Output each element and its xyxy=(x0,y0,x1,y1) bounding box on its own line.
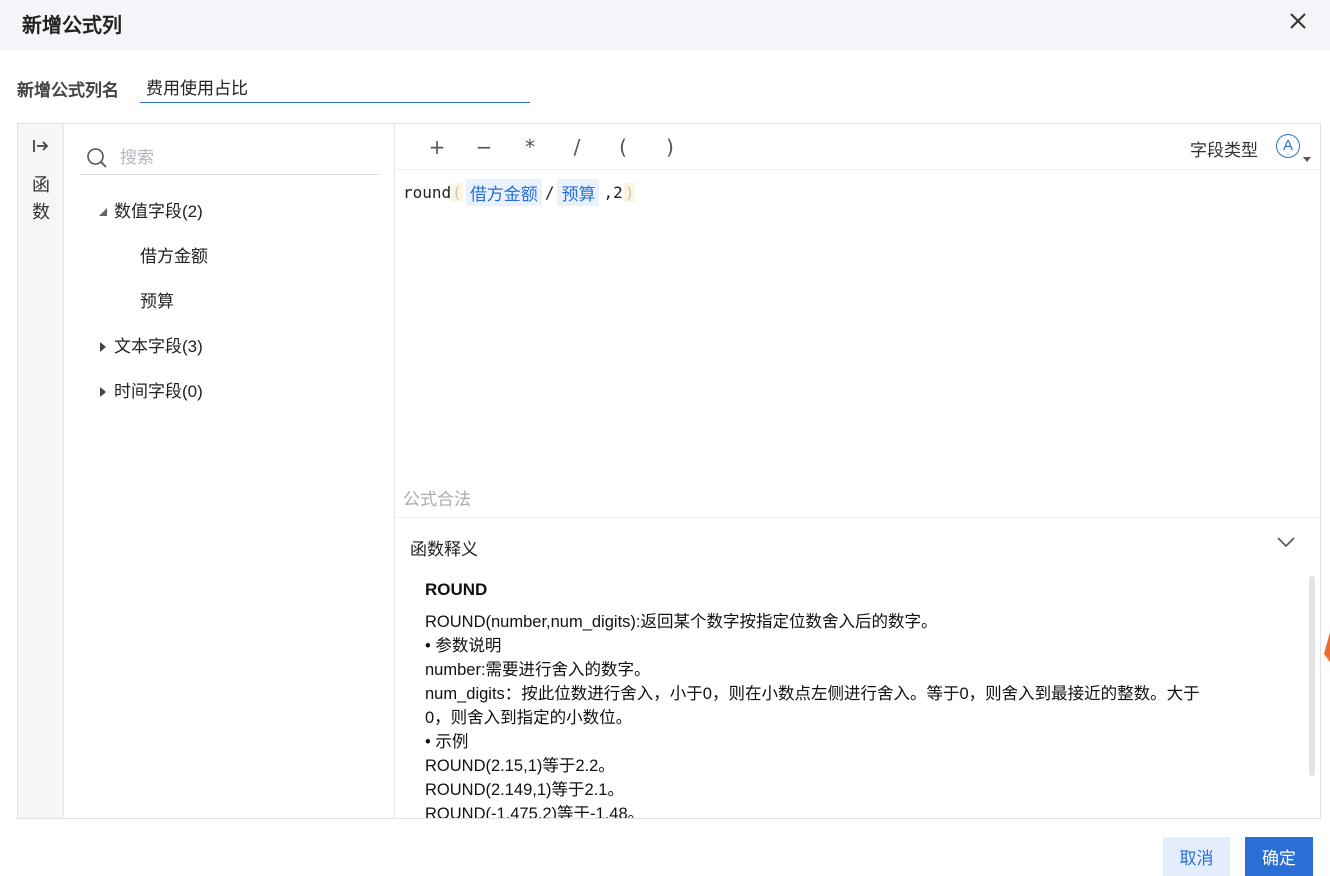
editor-panel: + − * / ( ) 字段类型 A round(借方金额 / 预算 ,2) 公式合法… xyxy=(395,124,1320,818)
help-content: ROUND ROUND(number,num_digits):返回某个数字按指定… xyxy=(425,578,1295,818)
tree-group-label: 文本字段(3) xyxy=(114,337,203,356)
column-name-input[interactable] xyxy=(140,70,530,103)
formula-open-paren: ( xyxy=(451,183,463,202)
tree-group-label: 数值字段(2) xyxy=(114,202,203,221)
cancel-button[interactable]: 取消 xyxy=(1163,837,1230,876)
close-paren-button[interactable]: ) xyxy=(656,133,684,161)
minus-button[interactable]: − xyxy=(470,133,498,161)
plus-button[interactable]: + xyxy=(423,133,451,161)
field-search-input[interactable] xyxy=(120,146,370,170)
function-rail: 函数 xyxy=(18,124,64,818)
help-line: num_digits：按此位数进行舍入，小于0，则在小数点左侧进行舍入。等于0，… xyxy=(425,685,1200,703)
dropdown-caret-icon[interactable] xyxy=(1303,157,1311,162)
caret-right-icon xyxy=(100,342,106,352)
formula-function: round xyxy=(403,183,452,202)
help-line: • 参数说明 xyxy=(425,637,502,655)
help-line: ROUND(2.15,1)等于2.2。 xyxy=(425,757,615,775)
help-scrollbar[interactable] xyxy=(1309,576,1315,776)
divide-button[interactable]: / xyxy=(563,133,591,161)
expand-panel-icon[interactable] xyxy=(32,138,50,154)
edge-decoration xyxy=(1324,632,1330,662)
close-icon[interactable] xyxy=(1286,9,1310,33)
function-tab[interactable]: 函数 xyxy=(30,172,52,226)
help-line: 0，则舍入到指定的小数位。 xyxy=(425,709,633,727)
formula-field-token[interactable]: 预算 xyxy=(557,179,600,206)
formula-editor-box: 函数 数值字段(2) 借方金额 预算 文本字段(3) xyxy=(17,123,1321,819)
help-line: • 示例 xyxy=(425,733,469,751)
formula-editor[interactable]: round(借方金额 / 预算 ,2) xyxy=(403,179,636,206)
search-icon xyxy=(87,148,107,168)
field-panel: 数值字段(2) 借方金额 预算 文本字段(3) 时间字段(0) xyxy=(64,124,395,818)
help-line: number:需要进行舍入的数字。 xyxy=(425,661,651,679)
help-title: 函数释义 xyxy=(410,540,478,559)
formula-close-paren: ) xyxy=(623,183,636,202)
confirm-button[interactable]: 确定 xyxy=(1245,837,1313,876)
multiply-button[interactable]: * xyxy=(516,133,544,161)
formula-argument: ,2 xyxy=(603,183,623,202)
help-line: ROUND(2.149,1)等于2.1。 xyxy=(425,781,624,799)
tree-item-budget[interactable]: 预算 xyxy=(140,290,174,314)
field-type-icon[interactable]: A xyxy=(1276,134,1300,158)
tree-item-debit-amount[interactable]: 借方金额 xyxy=(140,245,208,269)
help-function-name: ROUND xyxy=(425,580,488,599)
operator-toolbar: + − * / ( ) 字段类型 A xyxy=(395,124,1320,170)
field-search xyxy=(80,142,380,175)
field-type-label: 字段类型 xyxy=(1190,141,1258,160)
formula-field-token[interactable]: 借方金额 xyxy=(465,179,542,206)
help-line: ROUND(number,num_digits):返回某个数字按指定位数舍入后的… xyxy=(425,613,938,631)
dialog-title: 新增公式列 xyxy=(22,15,122,37)
open-paren-button[interactable]: ( xyxy=(609,133,637,161)
caret-down-icon xyxy=(99,208,107,216)
function-help-section: 函数释义 ROUND ROUND(number,num_digits):返回某个… xyxy=(395,517,1320,818)
tree-group-label: 时间字段(0) xyxy=(114,382,203,401)
column-name-label: 新增公式列名 xyxy=(17,81,119,100)
formula-operator: / xyxy=(544,183,555,202)
caret-right-icon xyxy=(100,387,106,397)
dialog-header: 新增公式列 xyxy=(0,0,1330,50)
help-line: ROUND(-1.475,2)等于-1.48。 xyxy=(425,805,645,818)
formula-status: 公式合法 xyxy=(403,490,471,509)
chevron-down-icon[interactable] xyxy=(1277,536,1295,548)
